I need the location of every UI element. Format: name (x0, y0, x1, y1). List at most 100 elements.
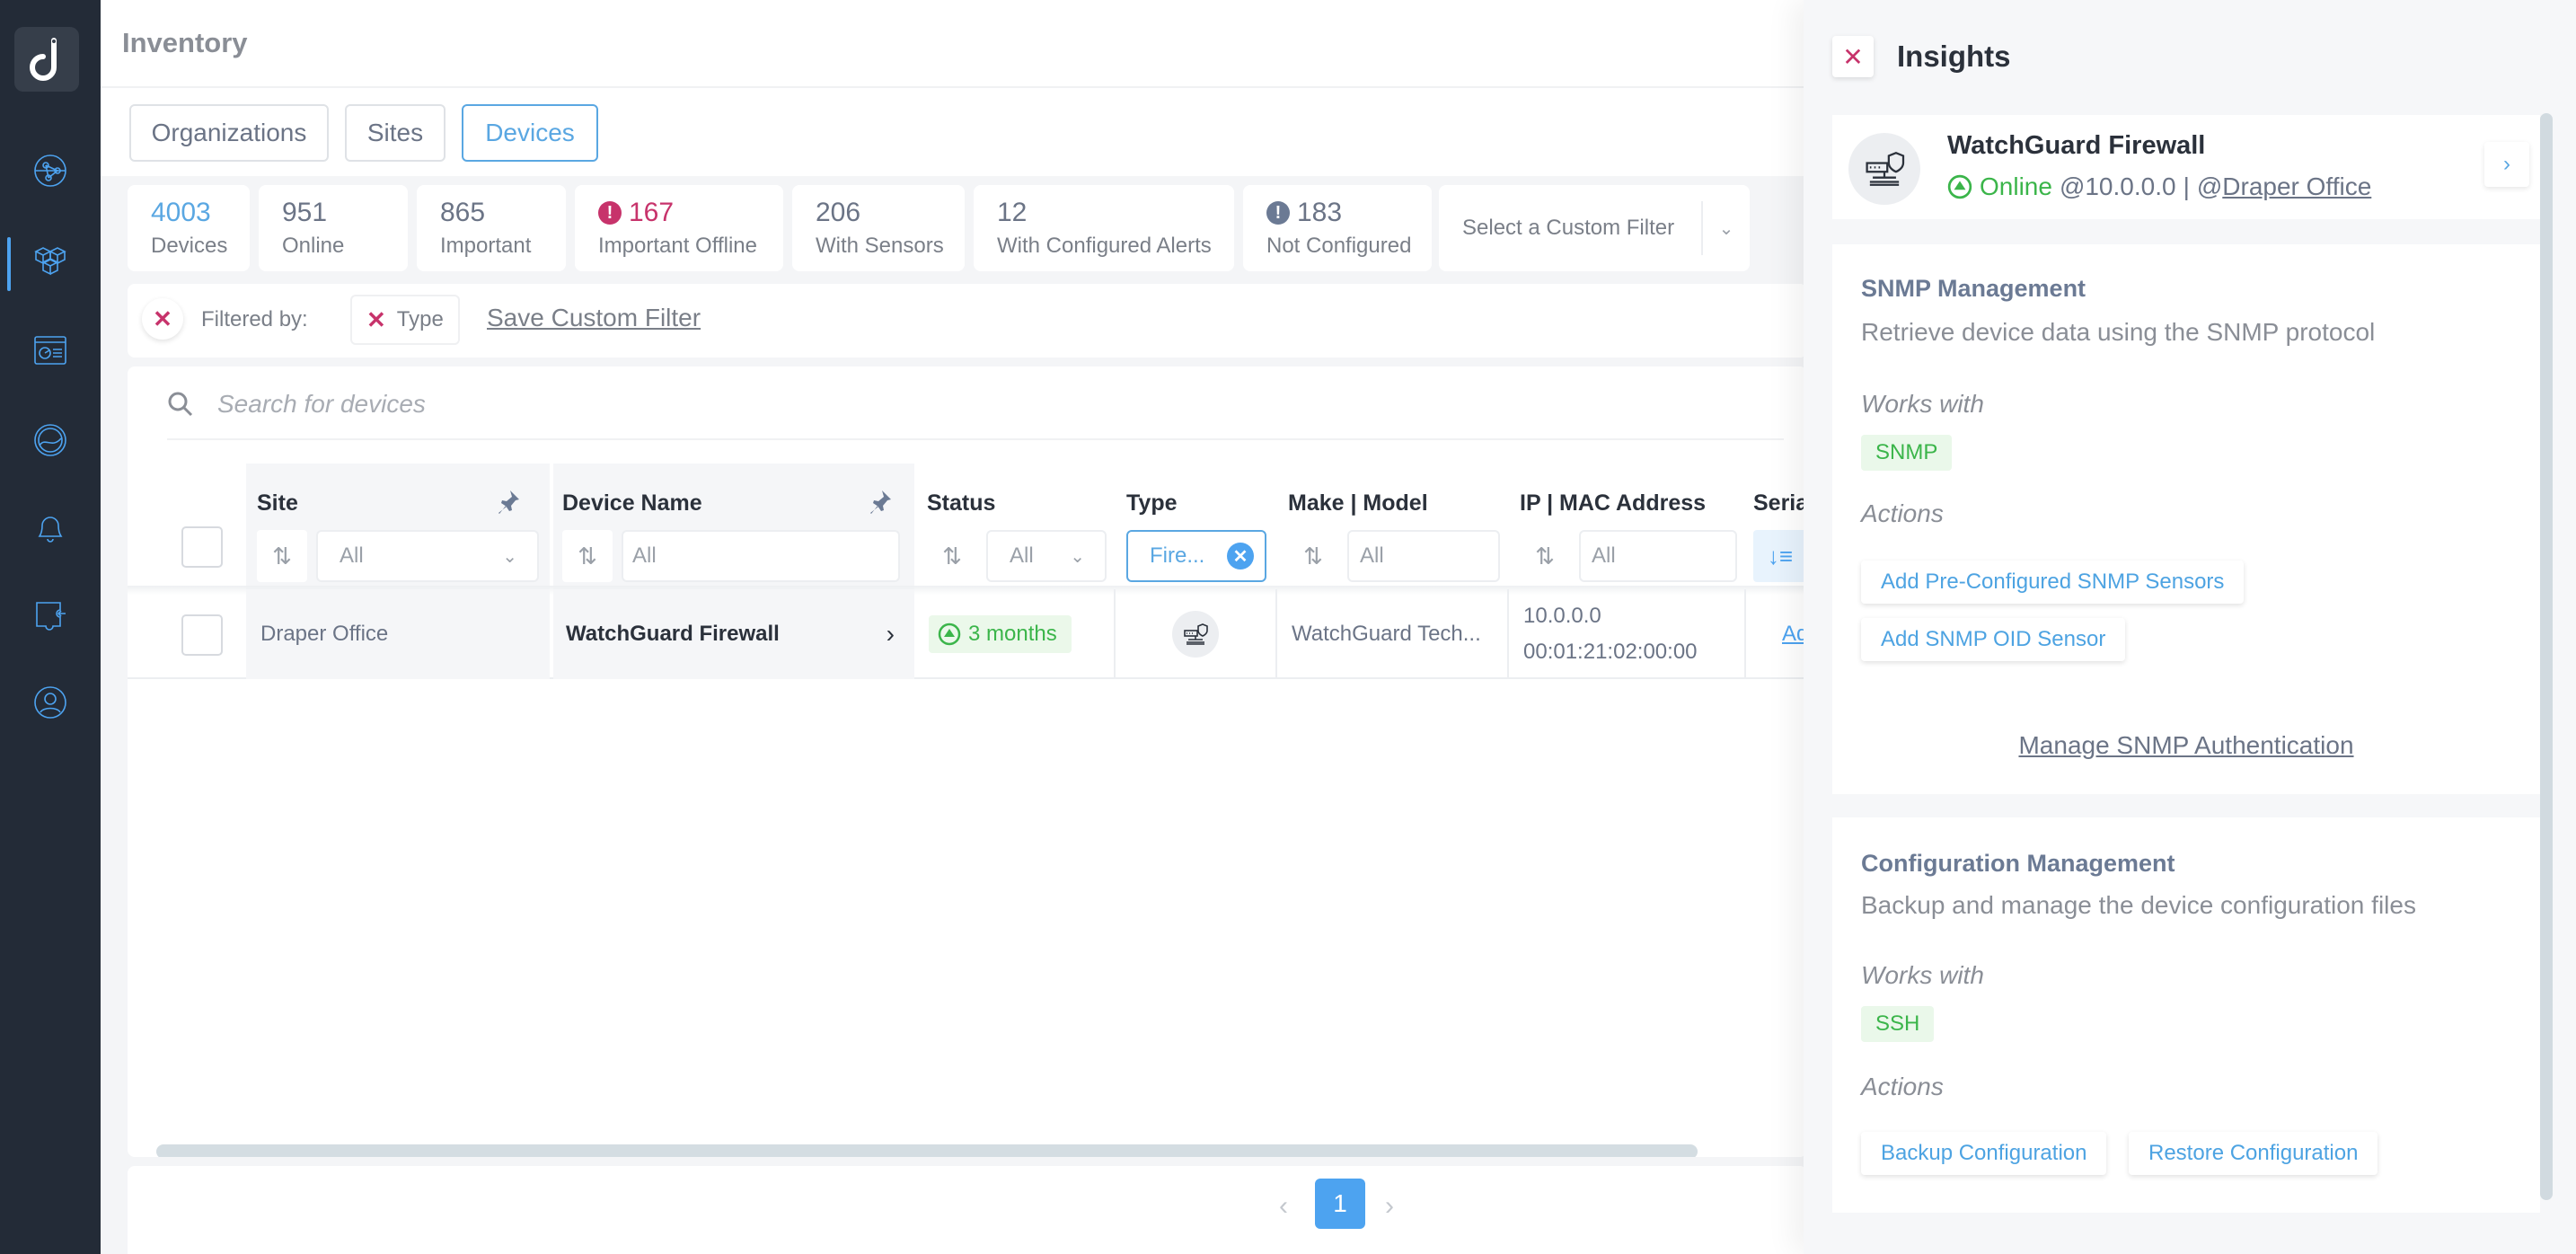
column-serial: Seria ↓≡ (1744, 464, 1807, 589)
device-name-filter-input[interactable]: All (622, 530, 900, 582)
stat-with-sensors[interactable]: 206 With Sensors (792, 185, 965, 271)
sidebar-item-integrations[interactable] (0, 588, 101, 642)
online-up-icon (938, 623, 961, 646)
works-with-label: Works with (1861, 961, 1984, 989)
manage-snmp-authentication-link[interactable]: Manage SNMP Authentication (1832, 731, 2540, 760)
status-filter-select[interactable]: All ⌄ (986, 530, 1107, 582)
column-header-status[interactable]: Status (927, 490, 995, 517)
ip-address: 10.0.0.0 (1523, 604, 1601, 628)
configuration-management-section: Configuration Management Backup and mana… (1832, 817, 2540, 1213)
filter-value: All (632, 543, 657, 568)
column-header-ip-mac[interactable]: IP | MAC Address (1520, 490, 1706, 517)
sort-button[interactable]: ⇅ (257, 530, 307, 582)
column-ip-mac: IP | MAC Address ⇅ All (1507, 464, 1744, 589)
backup-configuration-button[interactable]: Backup Configuration (1861, 1132, 2107, 1175)
close-icon: ✕ (1842, 42, 1864, 71)
clear-filter-icon[interactable]: ✕ (1227, 543, 1254, 570)
cell-site: Draper Office (246, 589, 550, 679)
filter-chip-type[interactable]: ✕ Type (350, 295, 460, 345)
tab-devices[interactable]: Devices (462, 104, 598, 162)
make-model-filter-input[interactable]: All (1347, 530, 1500, 582)
globe-network-icon (34, 155, 66, 187)
stat-label: With Sensors (816, 234, 944, 258)
bell-icon (38, 517, 63, 543)
chevron-right-icon[interactable]: › (887, 620, 895, 649)
site-filter-select[interactable]: All ⌄ (316, 530, 539, 582)
column-header-site[interactable]: Site (257, 490, 298, 517)
search-input[interactable] (217, 390, 1026, 419)
sidebar-item-monitoring[interactable] (0, 413, 101, 467)
chevron-down-icon[interactable]: ⌄ (1703, 217, 1750, 240)
column-header-make-model[interactable]: Make | Model (1288, 490, 1428, 517)
sort-button[interactable]: ⇅ (1520, 530, 1570, 582)
actions-label: Actions (1861, 499, 1944, 527)
open-device-button[interactable]: › (2484, 142, 2529, 187)
sort-desc-icon[interactable]: ↓≡ (1753, 530, 1807, 582)
sidebar-item-network[interactable] (0, 144, 101, 198)
insights-title: Insights (1897, 40, 2011, 73)
gauge-icon (34, 424, 66, 456)
sidebar-item-dashboard[interactable] (0, 323, 101, 377)
tab-organizations[interactable]: Organizations (129, 104, 329, 162)
sidebar-item-inventory[interactable] (0, 234, 101, 291)
column-header-device-name[interactable]: Device Name (562, 490, 702, 517)
sort-button[interactable]: ⇅ (1288, 530, 1338, 582)
filter-value: All (1360, 543, 1384, 568)
user-icon (34, 686, 66, 719)
stat-configured-alerts[interactable]: 12 With Configured Alerts (974, 185, 1234, 271)
prev-page-button[interactable]: ‹ (1279, 1191, 1288, 1222)
cubes-icon (34, 247, 66, 276)
pagination: ‹ 1 › (128, 1166, 1807, 1254)
save-custom-filter-link[interactable]: Save Custom Filter (487, 304, 701, 332)
type-filter-input[interactable]: Fire... ✕ (1126, 530, 1266, 582)
column-header-serial[interactable]: Seria (1753, 490, 1807, 517)
stat-label: Important Offline (598, 234, 757, 258)
add-snmp-oid-sensor-button[interactable]: Add SNMP OID Sensor (1861, 618, 2126, 661)
next-page-button[interactable]: › (1385, 1191, 1394, 1222)
stat-important[interactable]: 865 Important (417, 185, 566, 271)
row-checkbox[interactable] (181, 614, 223, 656)
section-title: Configuration Management (1861, 850, 2175, 877)
add-preconfigured-snmp-sensors-button[interactable]: Add Pre-Configured SNMP Sensors (1861, 561, 2245, 604)
report-icon (34, 336, 66, 365)
pin-icon[interactable] (498, 489, 521, 516)
pin-icon[interactable] (869, 489, 893, 516)
remove-filter-icon[interactable]: ✕ (366, 306, 386, 334)
chevron-down-icon: ⌄ (1070, 546, 1085, 567)
stat-label: Not Configured (1266, 234, 1412, 258)
sidebar-item-alerts[interactable] (0, 499, 101, 552)
stat-devices[interactable]: 4003 Devices (128, 185, 250, 271)
cell-device-name[interactable]: WatchGuard Firewall › (553, 589, 914, 679)
firewall-icon (1184, 623, 1208, 645)
panel-scrollbar[interactable] (2540, 113, 2553, 1200)
ip-mac-filter-input[interactable]: All (1579, 530, 1737, 582)
tab-sites[interactable]: Sites (345, 104, 446, 162)
horizontal-scrollbar[interactable] (156, 1144, 1698, 1157)
custom-filter-select[interactable]: Select a Custom Filter ⌄ (1439, 185, 1750, 271)
protocol-badge: SSH (1861, 1006, 1935, 1042)
page-1-button[interactable]: 1 (1315, 1179, 1365, 1229)
alert-icon: ! (1266, 201, 1290, 225)
stat-online[interactable]: 951 Online (259, 185, 408, 271)
column-header-type[interactable]: Type (1126, 490, 1178, 517)
sidebar-item-account[interactable] (0, 676, 101, 729)
search-icon (168, 392, 193, 417)
divider (167, 438, 1784, 440)
online-up-icon (1947, 174, 1972, 199)
sort-button[interactable]: ⇅ (927, 530, 977, 582)
select-all-checkbox[interactable] (181, 526, 223, 568)
close-insights-button[interactable]: ✕ (1832, 36, 1874, 77)
app-logo[interactable] (14, 27, 79, 92)
devices-table: Site ⇅ All ⌄ Device Name ⇅ All Status (128, 366, 1807, 1157)
table-row[interactable]: Draper Office WatchGuard Firewall › 3 mo… (128, 589, 1807, 679)
stat-not-configured[interactable]: ! 183 Not Configured (1243, 185, 1432, 271)
alert-icon: ! (598, 201, 622, 225)
clear-filters-button[interactable]: ✕ (142, 298, 183, 340)
restore-configuration-button[interactable]: Restore Configuration (2129, 1132, 2378, 1175)
filter-bar: ✕ Filtered by: ✕ Type Save Custom Filter (128, 284, 1807, 358)
sort-button[interactable]: ⇅ (562, 530, 613, 582)
stat-important-offline[interactable]: ! 167 Important Offline (575, 185, 783, 271)
column-status: Status ⇅ All ⌄ (914, 464, 1114, 589)
section-description: Backup and manage the device configurati… (1861, 891, 2416, 919)
device-site-link[interactable]: Draper Office (2222, 172, 2371, 200)
